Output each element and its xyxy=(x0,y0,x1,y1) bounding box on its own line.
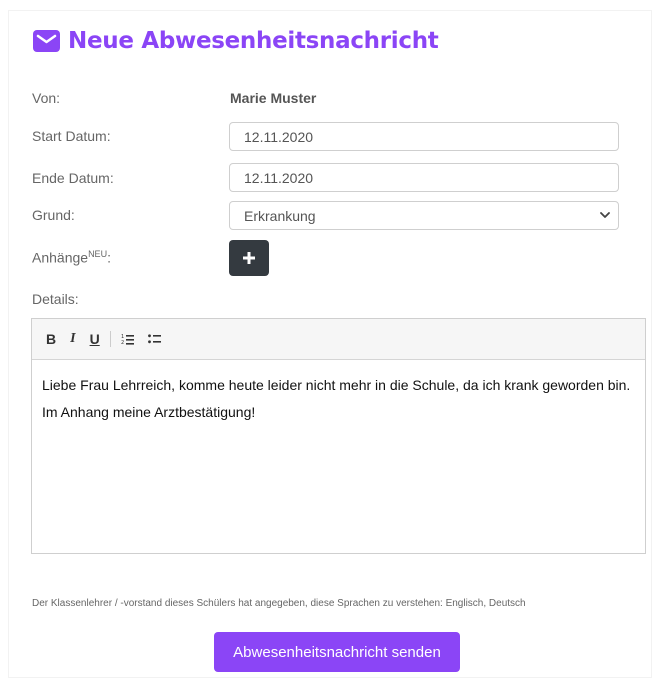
end-date-value: 12.11.2020 xyxy=(244,169,314,186)
new-badge: NEU xyxy=(88,249,108,259)
page-title: Neue Abwesenheitsnachricht xyxy=(33,28,439,54)
chevron-down-icon xyxy=(600,212,610,218)
from-value: Marie Muster xyxy=(230,90,317,106)
end-date-label: Ende Datum: xyxy=(32,170,114,186)
attachments-label-text: Anhänge xyxy=(32,249,89,266)
editor-toolbar: B I U 1 2 xyxy=(32,319,645,360)
end-date-input[interactable]: 12.11.2020 xyxy=(229,163,619,192)
attachments-label: AnhängeNEU: xyxy=(32,249,111,266)
svg-text:2: 2 xyxy=(121,340,124,345)
underline-button[interactable]: U xyxy=(90,331,100,347)
details-label: Details: xyxy=(32,291,79,307)
bold-button[interactable]: B xyxy=(46,331,56,347)
editor-paragraph: Im Anhang meine Arztbestätigung! xyxy=(42,404,256,420)
envelope-icon xyxy=(33,30,60,52)
italic-button[interactable]: I xyxy=(70,331,75,347)
details-editor[interactable]: B I U 1 2 Liebe Frau Lehrreich, komme he… xyxy=(31,318,646,554)
editor-paragraph: Liebe Frau Lehrreich, komme heute leider… xyxy=(42,377,631,393)
send-absence-button[interactable]: Abwesenheitsnachricht senden xyxy=(214,632,460,672)
reason-label: Grund: xyxy=(32,207,75,223)
start-date-input[interactable]: 12.11.2020 xyxy=(229,122,619,151)
reason-select[interactable]: Erkrankung xyxy=(229,201,619,230)
toolbar-divider xyxy=(109,331,111,347)
language-note: Der Klassenlehrer / -vorstand dieses Sch… xyxy=(32,598,526,609)
attachments-label-suffix: : xyxy=(107,249,111,266)
reason-selected-value: Erkrankung xyxy=(244,207,316,224)
editor-content[interactable]: Liebe Frau Lehrreich, komme heute leider… xyxy=(32,360,645,421)
ordered-list-icon[interactable]: 1 2 xyxy=(121,333,134,345)
plus-icon xyxy=(243,252,255,264)
from-label: Von: xyxy=(32,90,61,106)
start-date-label: Start Datum: xyxy=(32,128,111,144)
bullet-list-icon[interactable] xyxy=(147,333,161,345)
page-title-text: Neue Abwesenheitsnachricht xyxy=(68,28,439,54)
add-attachment-button[interactable] xyxy=(229,240,269,276)
start-date-value: 12.11.2020 xyxy=(244,128,314,145)
